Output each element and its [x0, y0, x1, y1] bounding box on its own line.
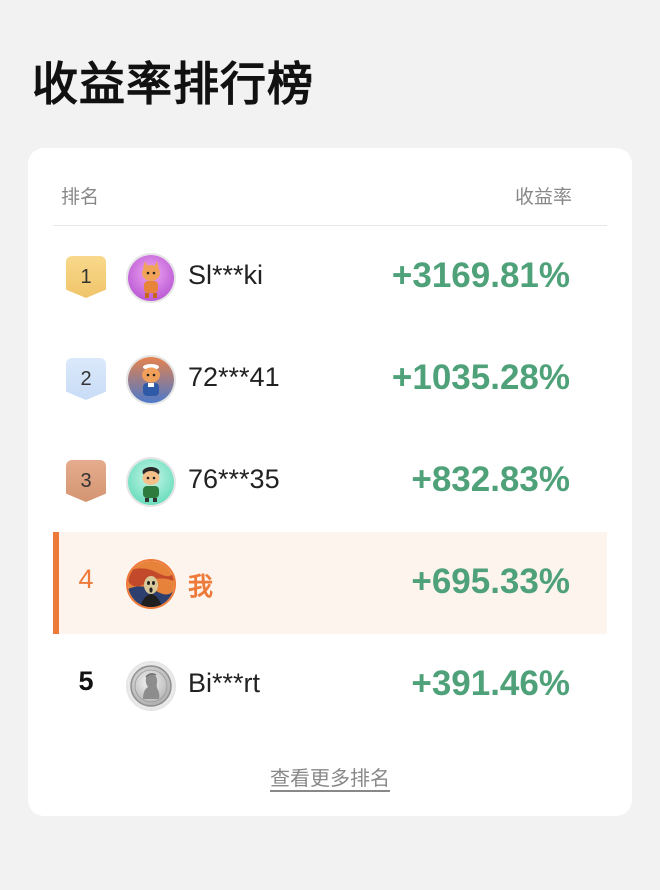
return-rate: +3169.81% — [391, 256, 570, 295]
leaderboard-row-me[interactable]: 4 我 +695.33% — [53, 532, 607, 634]
gold-rank-badge-icon: 1 — [66, 256, 106, 298]
more-link-wrap: 查看更多排名 — [28, 762, 632, 791]
return-rate: +391.46% — [411, 664, 570, 703]
avatar — [126, 559, 176, 609]
leaderboard-row[interactable]: 3 76***35 +832.83% — [53, 430, 607, 532]
view-more-rankings-link[interactable]: 查看更多排名 — [270, 766, 390, 790]
leaderboard-list: 1 Sl***ki +3169.81% 2 72***41 +1035.28% … — [53, 226, 607, 736]
pink-cartoon-figure-avatar — [128, 255, 174, 301]
return-rate: +832.83% — [411, 460, 570, 499]
avatar — [126, 355, 176, 405]
coin-portrait-avatar — [128, 663, 174, 709]
bronze-rank-badge-icon: 3 — [66, 460, 106, 502]
page-title: 收益率排行榜 — [32, 57, 314, 111]
teal-cartoon-figure-avatar — [128, 459, 174, 505]
leaderboard-row[interactable]: 2 72***41 +1035.28% — [53, 328, 607, 430]
leaderboard-row[interactable]: 5 Bi***rt +391.46% — [53, 634, 607, 736]
avatar — [126, 661, 176, 711]
user-name: Sl***ki — [188, 260, 264, 290]
rank-number: 4 — [78, 564, 94, 594]
user-name: 我 — [188, 572, 214, 601]
silver-rank-badge-icon: 2 — [66, 358, 106, 400]
leaderboard-row[interactable]: 1 Sl***ki +3169.81% — [53, 226, 607, 328]
user-name: 76***35 — [188, 464, 280, 494]
rank-number: 5 — [78, 666, 94, 696]
table-header: 排名 收益率 — [53, 148, 607, 226]
header-rate: 收益率 — [514, 186, 572, 208]
sailor-cartoon-figure-avatar — [128, 357, 174, 403]
return-rate: +695.33% — [411, 562, 570, 601]
return-rate: +1035.28% — [391, 358, 570, 397]
user-name: Bi***rt — [188, 668, 261, 698]
user-name: 72***41 — [188, 362, 280, 392]
leaderboard-card: 排名 收益率 1 Sl***ki +3169.81% 2 72***41 +10… — [28, 148, 632, 816]
avatar — [126, 253, 176, 303]
avatar — [126, 457, 176, 507]
scream-painting-avatar — [128, 561, 174, 607]
header-rank: 排名 — [61, 186, 100, 208]
